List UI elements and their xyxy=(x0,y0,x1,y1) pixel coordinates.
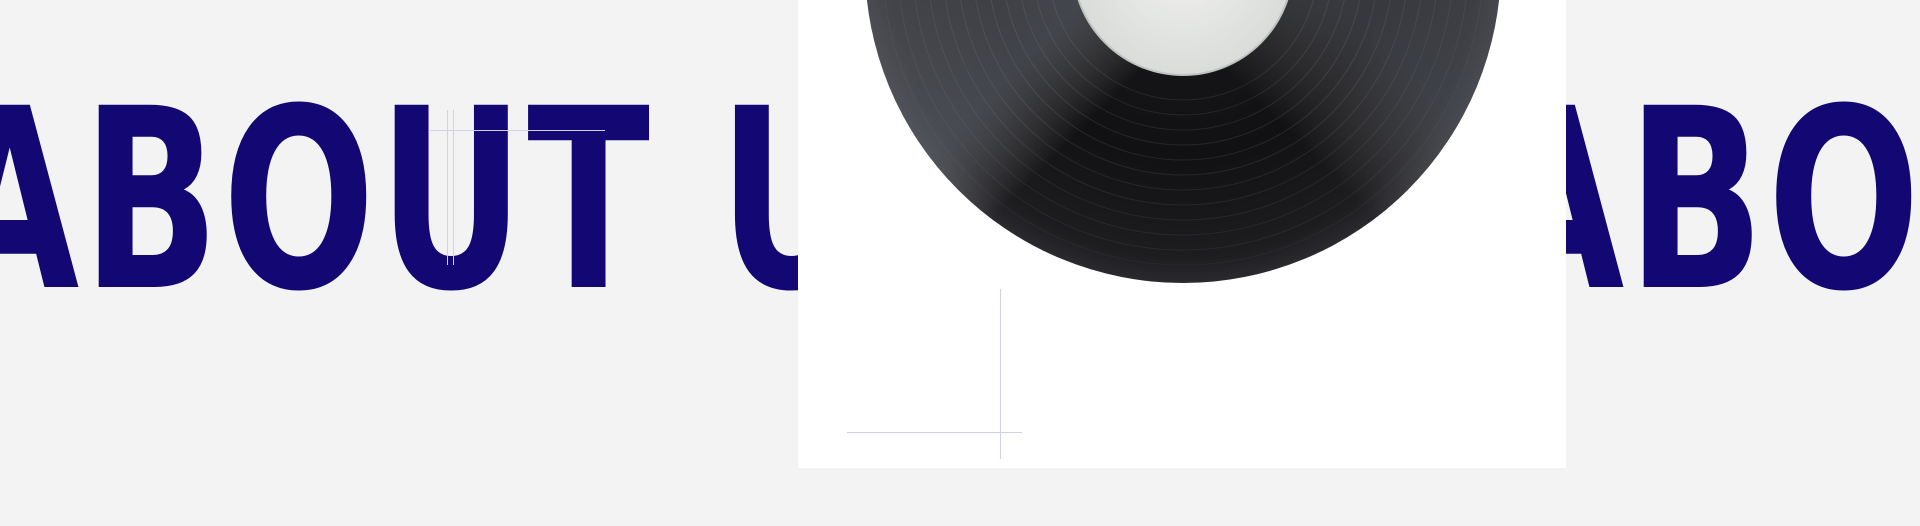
image-card xyxy=(798,0,1566,468)
vinyl-record-image xyxy=(867,0,1499,283)
guide-line xyxy=(447,110,448,265)
guide-line xyxy=(430,130,605,131)
hero-marquee: ABOUT US ABOUT US xyxy=(0,0,1920,526)
guide-line xyxy=(1000,289,1001,459)
guide-line xyxy=(847,432,1022,433)
guide-line xyxy=(453,110,454,265)
